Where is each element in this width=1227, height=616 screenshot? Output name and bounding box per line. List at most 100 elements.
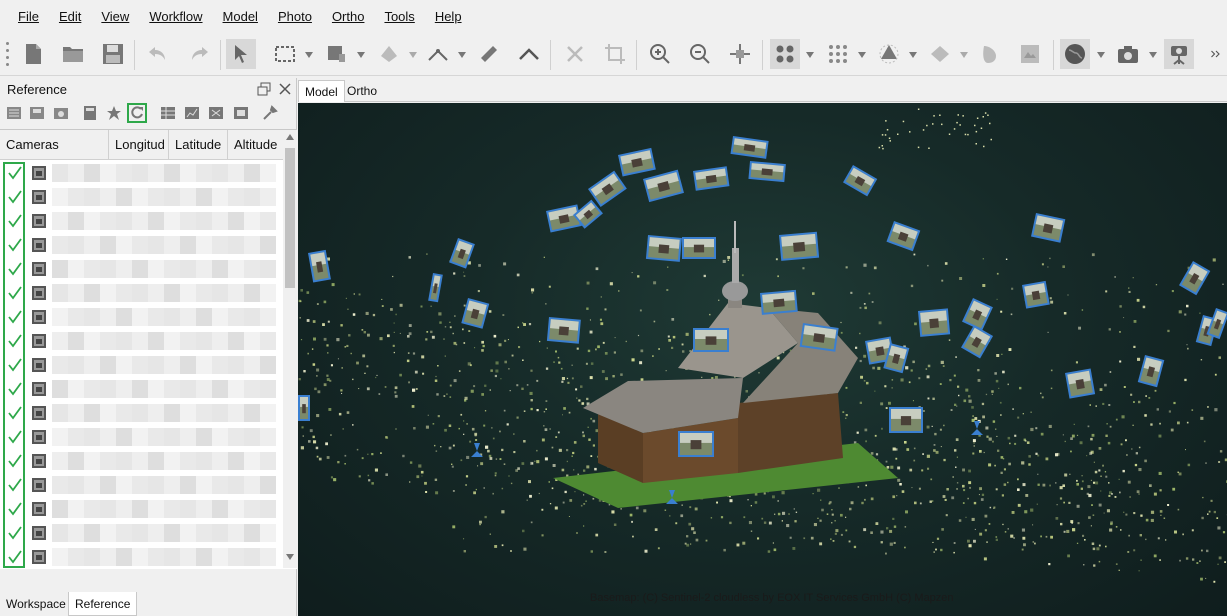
column-header-altitude[interactable]: Altitude [228,130,283,160]
settings-button[interactable] [260,103,280,123]
rectangle-selection-button[interactable] [270,39,300,69]
enable-checkbox[interactable] [6,476,24,494]
enable-checkbox[interactable] [6,500,24,518]
chevron-down-icon[interactable] [909,52,917,58]
calculator-button[interactable] [80,103,100,123]
enable-checkbox[interactable] [6,452,24,470]
dense-cloud-button[interactable] [823,39,853,69]
menu-workflow[interactable]: Workflow [139,0,212,34]
table-row[interactable] [0,401,283,425]
navigation-button[interactable] [226,39,256,69]
scrollbar-thumb[interactable] [285,148,295,288]
toolbar-overflow-button[interactable] [1208,39,1224,69]
move-object-button[interactable] [322,39,352,69]
chevron-down-icon[interactable] [1097,52,1105,58]
close-panel-button[interactable] [276,80,294,98]
enable-checkbox[interactable] [6,212,24,230]
table-row[interactable] [0,545,283,569]
table-row[interactable] [0,377,283,401]
chevron-down-icon[interactable] [806,52,814,58]
scroll-up-icon[interactable] [286,134,294,140]
tab-model[interactable]: Model [298,80,345,102]
chevron-down-icon[interactable] [409,52,417,58]
table-row[interactable] [0,209,283,233]
new-document-button[interactable] [18,39,48,69]
basemap-button[interactable] [1060,39,1090,69]
table-row[interactable] [0,497,283,521]
crop-button[interactable] [600,39,630,69]
enable-checkbox[interactable] [6,428,24,446]
table-row[interactable] [0,425,283,449]
import-reference-button[interactable] [4,103,24,123]
column-header-longitude[interactable]: Longitud [109,130,169,160]
delete-button[interactable] [560,39,590,69]
chevron-down-icon[interactable] [960,52,968,58]
redo-button[interactable] [184,39,214,69]
enable-checkbox[interactable] [6,356,24,374]
show-cameras-button[interactable] [1113,39,1143,69]
export-reference-button[interactable] [27,103,47,123]
favorite-button[interactable] [104,103,124,123]
chevron-down-icon[interactable] [458,52,466,58]
menu-photo[interactable]: Photo [268,0,322,34]
view-source-button[interactable] [158,103,178,123]
enable-checkbox[interactable] [6,308,24,326]
vertical-scrollbar[interactable] [283,130,297,568]
enable-checkbox[interactable] [6,236,24,254]
menu-ortho[interactable]: Ortho [322,0,375,34]
table-row[interactable] [0,449,283,473]
enable-checkbox[interactable] [6,260,24,278]
view-errors-button[interactable] [206,103,226,123]
save-button[interactable] [98,39,128,69]
transform-region-button[interactable] [374,39,404,69]
tab-workspace[interactable]: Workspace [0,592,72,616]
tab-ortho[interactable]: Ortho [341,80,383,102]
table-row[interactable] [0,521,283,545]
model-viewport[interactable]: Basemap: (C) Sentinel-2 cloudless by EOX… [298,103,1227,616]
chevron-down-icon[interactable] [305,52,313,58]
toolbar-grip-icon[interactable] [6,42,10,68]
table-row[interactable] [0,233,283,257]
enable-checkbox[interactable] [6,524,24,542]
menu-view[interactable]: View [91,0,139,34]
convert-reference-button[interactable] [51,103,71,123]
column-header-cameras[interactable]: Cameras [0,130,109,160]
undock-button[interactable] [255,80,273,98]
show-markers-button[interactable] [1164,39,1194,69]
zoom-in-button[interactable] [645,39,675,69]
view-estimated-button[interactable] [182,103,202,123]
table-row[interactable] [0,329,283,353]
undo-button[interactable] [143,39,173,69]
model-button[interactable] [874,39,904,69]
enable-checkbox[interactable] [6,404,24,422]
chevron-down-icon[interactable] [1149,52,1157,58]
table-row[interactable] [0,257,283,281]
ruler-button[interactable] [423,39,453,69]
orthomosaic-button[interactable] [1015,39,1045,69]
draw-polyline-button[interactable] [514,39,544,69]
scroll-down-icon[interactable] [286,554,294,560]
table-row[interactable] [0,353,283,377]
enable-checkbox[interactable] [6,380,24,398]
table-row[interactable] [0,473,283,497]
view-variance-button[interactable] [231,103,251,123]
show-points-button[interactable] [770,39,800,69]
enable-checkbox[interactable] [6,284,24,302]
update-button[interactable] [127,103,147,123]
zoom-out-button[interactable] [685,39,715,69]
table-row[interactable] [0,161,283,185]
dem-button[interactable] [975,39,1005,69]
enable-checkbox[interactable] [6,164,24,182]
enable-checkbox[interactable] [6,332,24,350]
menu-tools[interactable]: Tools [374,0,424,34]
reset-view-button[interactable] [725,39,755,69]
tiled-model-button[interactable] [925,39,955,69]
chevron-down-icon[interactable] [858,52,866,58]
table-row[interactable] [0,305,283,329]
menu-help[interactable]: Help [425,0,472,34]
enable-checkbox[interactable] [6,188,24,206]
menu-edit[interactable]: Edit [49,0,91,34]
chevron-down-icon[interactable] [357,52,365,58]
enable-checkbox[interactable] [6,548,24,566]
table-row[interactable] [0,281,283,305]
